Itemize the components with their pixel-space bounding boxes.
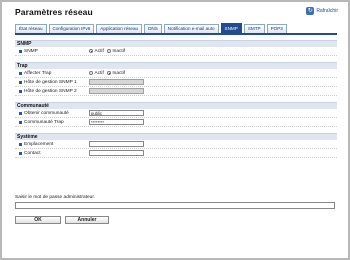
bullet-icon [19,80,22,84]
refresh-icon: ↻ [306,7,315,15]
tab-pop3[interactable]: POP3 [266,24,287,33]
bullet-icon [19,151,22,155]
ok-button[interactable]: OK [15,216,61,224]
tab-underline [15,33,337,35]
tab-application-reseau[interactable]: Application réseau [96,24,143,33]
snmp-inactive-option[interactable]: Inactif [106,49,125,54]
bullet-icon [19,71,22,75]
contact-field[interactable] [89,150,144,156]
trap-community-field[interactable]: ******** [89,119,144,125]
section-system: Système [15,133,337,140]
snmp-label: SNMP [24,48,38,54]
bullet-icon [19,120,22,124]
host1-field[interactable] [89,79,144,85]
bullet-icon [19,89,22,93]
tab-snmp[interactable]: SNMP [220,23,242,33]
tab-bar: État réseau Configuration IPv6 Applicati… [15,22,287,33]
bullet-icon [19,49,22,53]
refresh-label: Rafraîchir [316,8,338,14]
trap-community-row: Communauté Trap ******** [15,118,337,127]
contact-row: Contact [15,149,337,158]
location-row: Emplacement [15,140,337,149]
trap-inactive-option[interactable]: Inactif [106,71,125,76]
host1-label: Hôte de gestion SNMP 1 [24,79,77,85]
radio-icon[interactable] [89,71,93,75]
header: Paramètres réseau ↻ Rafraîchir [2,2,348,20]
radio-icon[interactable] [106,49,111,53]
host2-field[interactable] [89,88,144,94]
location-field[interactable] [89,141,144,147]
get-community-row: Obtenir communauté public [15,109,337,118]
tab-configuration-ipv6[interactable]: Configuration IPv6 [48,24,95,33]
affecter-trap-row: Affecter Trap Actif Inactif [15,69,337,78]
section-snmp: SNMP [15,40,337,47]
cancel-button[interactable]: Annuler [65,216,109,224]
tab-notification-email[interactable]: Notification e-mail auto [163,24,219,33]
bullet-icon [19,142,22,146]
admin-password-field[interactable] [15,202,335,209]
admin-password-prompt: Saisir le mot de passe administrateur. [15,195,95,200]
radio-icon[interactable] [89,49,93,53]
location-label: Emplacement [24,141,54,147]
host1-row: Hôte de gestion SNMP 1 [15,78,337,87]
trap-community-label: Communauté Trap [24,119,64,125]
tab-dns[interactable]: DNS [144,24,162,33]
host2-row: Hôte de gestion SNMP 2 [15,87,337,96]
refresh-button[interactable]: ↻ Rafraîchir [306,7,338,15]
snmp-active-option[interactable]: Actif [89,49,104,54]
get-community-label: Obtenir communauté [24,110,69,116]
get-community-field[interactable]: public [89,110,144,116]
settings-window: Paramètres réseau ↻ Rafraîchir État rése… [2,2,348,258]
snmp-row: SNMP Actif Inactif [15,47,337,56]
tab-etat-reseau[interactable]: État réseau [15,24,47,33]
page-title: Paramètres réseau [15,7,93,17]
trap-active-option[interactable]: Actif [89,71,104,76]
radio-icon[interactable] [106,71,111,75]
contact-label: Contact [24,150,41,156]
tab-smtp[interactable]: SMTP [243,24,265,33]
host2-label: Hôte de gestion SNMP 2 [24,88,77,94]
settings-form: SNMP SNMP Actif Inactif Trap Affecter Tr… [15,40,337,158]
section-trap: Trap [15,62,337,69]
bullet-icon [19,111,22,115]
affecter-trap-label: Affecter Trap [24,70,52,76]
section-community: Communauté [15,102,337,109]
